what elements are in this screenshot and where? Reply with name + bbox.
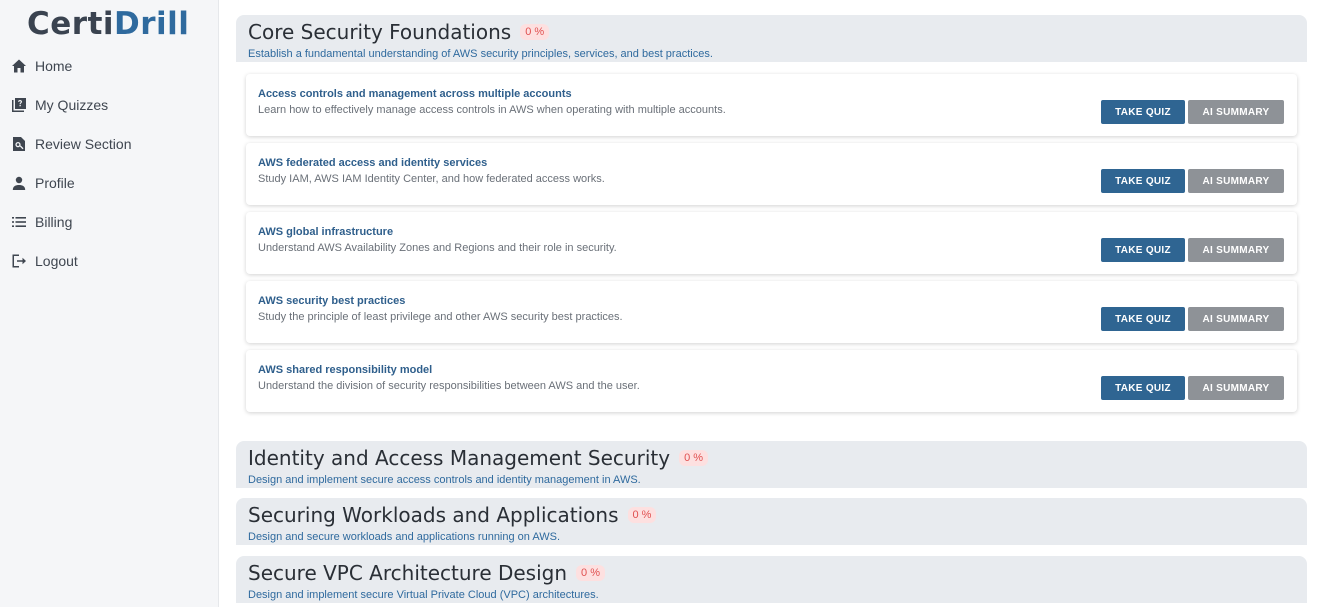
- logo-text-certi: Certi: [27, 6, 115, 42]
- sidebar-item-billing[interactable]: Billing: [0, 202, 219, 241]
- section-title: Identity and Access Management Security: [248, 446, 671, 470]
- topic-title[interactable]: AWS global infrastructure: [258, 226, 393, 238]
- logo-text-drill: Drill: [114, 6, 190, 42]
- topic-description: Study IAM, AWS IAM Identity Center, and …: [258, 173, 605, 185]
- sidebar-item-label: Profile: [35, 174, 75, 191]
- sidebar: CertiDrill Home My Quizzes Review Sectio…: [0, 0, 219, 607]
- section-core-security[interactable]: Core Security Foundations 0 % Establish …: [236, 15, 1307, 62]
- sidebar-item-label: Billing: [35, 213, 73, 230]
- section-securing-workloads[interactable]: Securing Workloads and Applications 0 % …: [236, 498, 1307, 545]
- section-description: Design and implement secure Virtual Priv…: [248, 589, 599, 601]
- ai-summary-button[interactable]: AI SUMMARY: [1188, 238, 1284, 262]
- topic-description: Study the principle of least privilege a…: [258, 311, 623, 323]
- section-title: Secure VPC Architecture Design: [248, 561, 568, 585]
- section-title: Core Security Foundations: [248, 20, 512, 44]
- take-quiz-button[interactable]: TAKE QUIZ: [1101, 100, 1185, 124]
- section-secure-vpc[interactable]: Secure VPC Architecture Design 0 % Desig…: [236, 556, 1307, 603]
- take-quiz-button[interactable]: TAKE QUIZ: [1101, 169, 1185, 193]
- progress-badge: 0 %: [627, 507, 657, 523]
- logo[interactable]: CertiDrill: [27, 6, 189, 42]
- quiz-book-icon: [10, 96, 27, 113]
- list-icon: [10, 213, 27, 230]
- sidebar-item-review-section[interactable]: Review Section: [0, 124, 219, 163]
- topic-card: AWS global infrastructure Understand AWS…: [246, 212, 1297, 274]
- ai-summary-button[interactable]: AI SUMMARY: [1188, 169, 1284, 193]
- sidebar-item-home[interactable]: Home: [0, 46, 219, 85]
- sidebar-item-label: My Quizzes: [35, 96, 109, 113]
- sidebar-item-profile[interactable]: Profile: [0, 163, 219, 202]
- section-iam-security[interactable]: Identity and Access Management Security …: [236, 441, 1307, 488]
- sidebar-item-logout[interactable]: Logout: [0, 241, 219, 280]
- topic-title[interactable]: AWS shared responsibility model: [258, 364, 432, 376]
- topic-card: AWS federated access and identity servic…: [246, 143, 1297, 205]
- sidebar-item-label: Review Section: [35, 135, 132, 152]
- progress-badge: 0 %: [576, 565, 606, 581]
- home-icon: [10, 57, 27, 74]
- take-quiz-button[interactable]: TAKE QUIZ: [1101, 238, 1185, 262]
- topic-description: Understand AWS Availability Zones and Re…: [258, 242, 617, 254]
- progress-badge: 0 %: [520, 24, 550, 40]
- topic-title[interactable]: Access controls and management across mu…: [258, 88, 572, 100]
- topic-card: AWS shared responsibility model Understa…: [246, 350, 1297, 412]
- section-description: Establish a fundamental understanding of…: [248, 48, 713, 60]
- ai-summary-button[interactable]: AI SUMMARY: [1188, 100, 1284, 124]
- topic-title[interactable]: AWS security best practices: [258, 295, 405, 307]
- sidebar-item-my-quizzes[interactable]: My Quizzes: [0, 85, 219, 124]
- section-title: Securing Workloads and Applications: [248, 503, 619, 527]
- review-search-icon: [10, 135, 27, 152]
- ai-summary-button[interactable]: AI SUMMARY: [1188, 307, 1284, 331]
- topic-description: Understand the division of security resp…: [258, 380, 640, 392]
- section-description: Design and secure workloads and applicat…: [248, 531, 561, 543]
- topic-card: Access controls and management across mu…: [246, 74, 1297, 136]
- sidebar-item-label: Home: [35, 57, 73, 74]
- progress-badge: 0 %: [679, 450, 709, 466]
- section-description: Design and implement secure access contr…: [248, 474, 641, 486]
- topic-description: Learn how to effectively manage access c…: [258, 104, 726, 116]
- logout-icon: [10, 252, 27, 269]
- take-quiz-button[interactable]: TAKE QUIZ: [1101, 376, 1185, 400]
- ai-summary-button[interactable]: AI SUMMARY: [1188, 376, 1284, 400]
- sidebar-item-label: Logout: [35, 252, 78, 269]
- topic-title[interactable]: AWS federated access and identity servic…: [258, 157, 487, 169]
- sidebar-nav: Home My Quizzes Review Section Profile B…: [0, 46, 219, 280]
- person-icon: [10, 174, 27, 191]
- topic-list: Access controls and management across mu…: [236, 62, 1307, 420]
- take-quiz-button[interactable]: TAKE QUIZ: [1101, 307, 1185, 331]
- topic-card: AWS security best practices Study the pr…: [246, 281, 1297, 343]
